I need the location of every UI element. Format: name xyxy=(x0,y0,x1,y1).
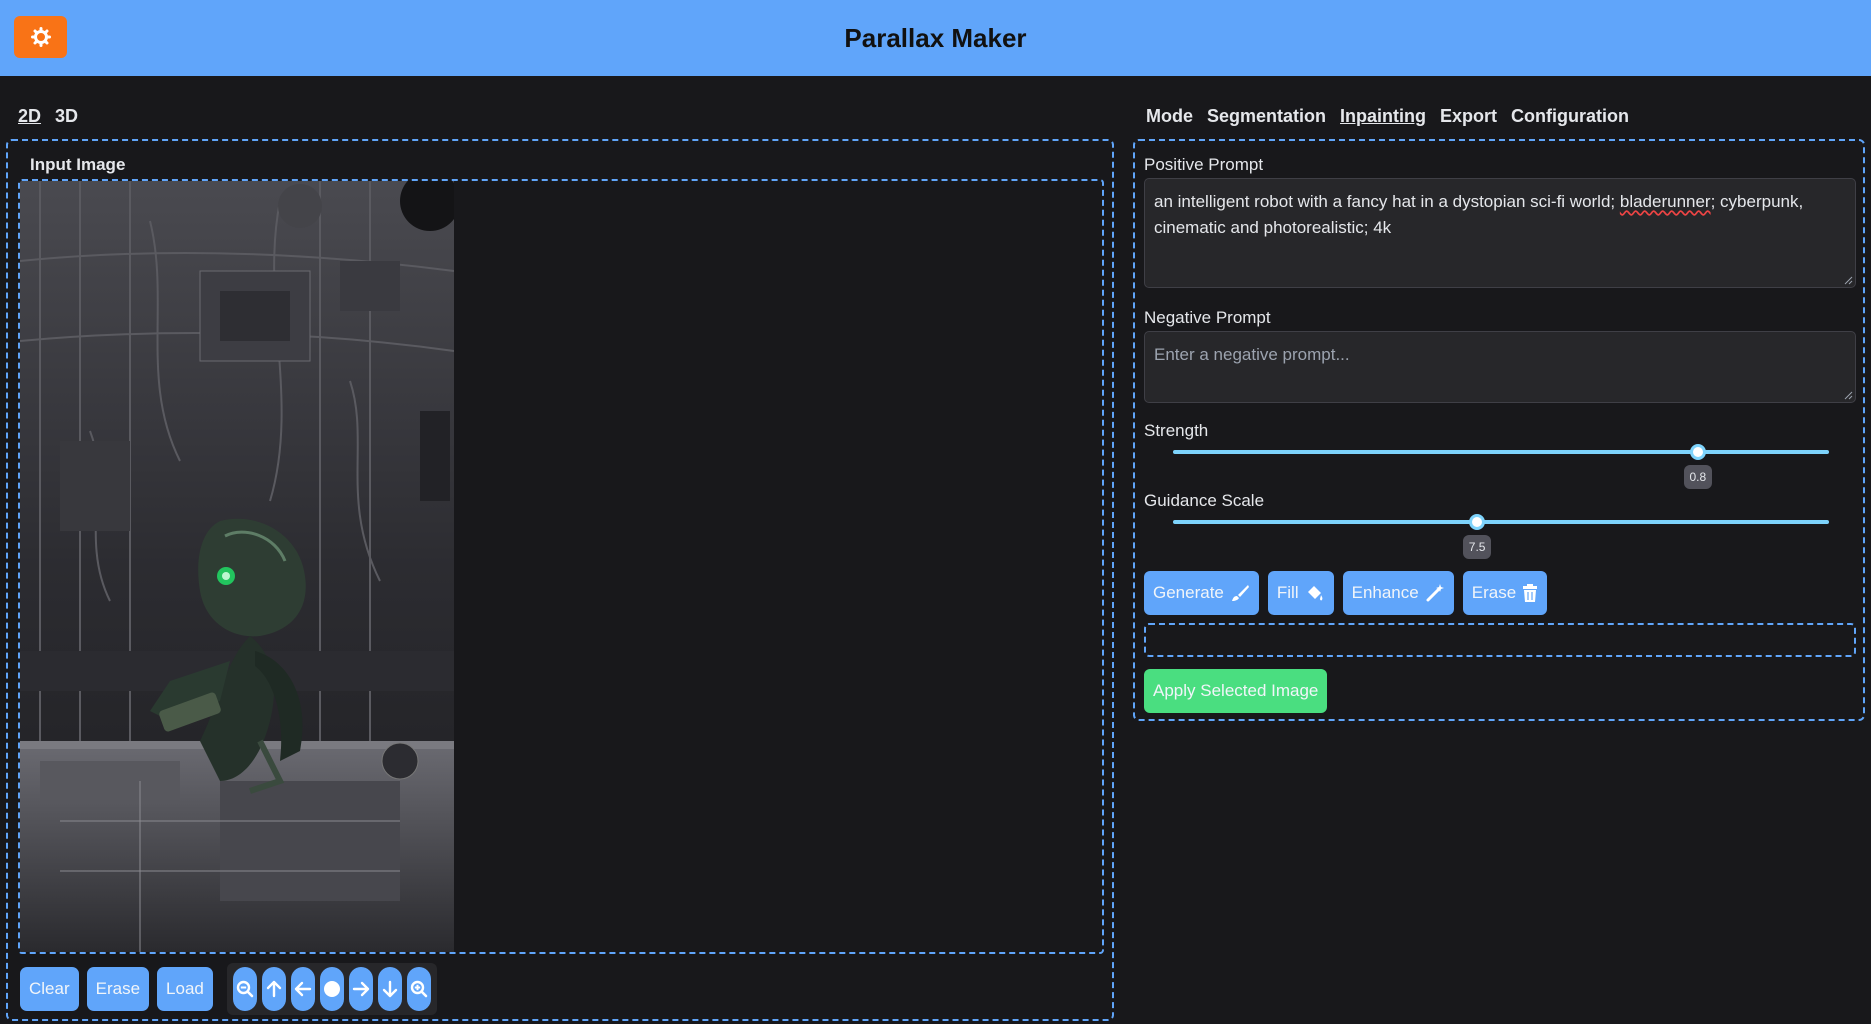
guidance-scale-value: 7.5 xyxy=(1463,535,1492,559)
enhance-button[interactable]: Enhance xyxy=(1342,571,1454,615)
generated-images-gallery[interactable] xyxy=(1144,623,1856,657)
image-canvas[interactable] xyxy=(18,179,1104,954)
brush-icon xyxy=(1231,585,1249,601)
center-button[interactable] xyxy=(319,967,344,1011)
pan-left-button[interactable] xyxy=(290,967,315,1011)
tab-configuration[interactable]: Configuration xyxy=(1511,106,1629,127)
app-header: Parallax Maker xyxy=(0,0,1871,76)
positive-prompt-label: Positive Prompt xyxy=(1144,155,1264,174)
inpaint-actions: Generate Fill Enhance Erase xyxy=(1144,571,1548,615)
gear-icon xyxy=(30,27,51,47)
negative-prompt-placeholder: Enter a negative prompt... xyxy=(1154,345,1350,364)
view-tabs: 2D 3D xyxy=(18,106,78,127)
tab-mode[interactable]: Mode xyxy=(1146,106,1193,127)
trash-icon xyxy=(1523,584,1538,602)
guidance-scale-slider-thumb[interactable] xyxy=(1469,514,1486,530)
arrow-up-icon xyxy=(266,980,282,998)
strength-slider[interactable] xyxy=(1173,450,1829,454)
load-button[interactable]: Load xyxy=(157,967,213,1011)
guidance-scale-slider[interactable] xyxy=(1173,520,1829,524)
zoom-out-icon xyxy=(236,980,254,998)
magic-wand-icon xyxy=(1426,584,1444,602)
pan-down-button[interactable] xyxy=(377,967,402,1011)
positive-prompt-input[interactable]: an intelligent robot with a fancy hat in… xyxy=(1144,178,1856,288)
erase-label: Erase xyxy=(1471,583,1517,602)
arrow-down-icon xyxy=(382,980,398,998)
tab-inpainting[interactable]: Inpainting xyxy=(1340,106,1426,127)
misspelled-word: bladerunner xyxy=(1619,192,1711,211)
tab-2d[interactable]: 2D xyxy=(18,106,41,127)
negative-prompt-input[interactable]: Enter a negative prompt... xyxy=(1144,331,1856,403)
resize-handle-icon[interactable] xyxy=(1843,275,1853,285)
strength-value: 0.8 xyxy=(1683,465,1712,489)
input-image-label: Input Image xyxy=(30,155,126,174)
zoom-out-button[interactable] xyxy=(232,967,257,1011)
generate-button[interactable]: Generate xyxy=(1144,571,1259,615)
zoom-in-button[interactable] xyxy=(406,967,431,1011)
guidance-scale-label: Guidance Scale xyxy=(1144,491,1265,510)
tab-export[interactable]: Export xyxy=(1440,106,1497,127)
tab-3d[interactable]: 3D xyxy=(55,106,78,127)
arrow-left-icon xyxy=(294,981,312,997)
zoom-in-icon xyxy=(410,980,428,998)
strength-slider-thumb[interactable] xyxy=(1689,444,1706,460)
inpainting-panel: Positive Prompt an intelligent robot wit… xyxy=(1133,139,1865,721)
tool-tabs: Mode Segmentation Inpainting Export Conf… xyxy=(1146,106,1629,127)
positive-prompt-text-start: an intelligent robot with a fancy hat in… xyxy=(1154,192,1620,211)
tab-segmentation[interactable]: Segmentation xyxy=(1207,106,1326,127)
settings-button[interactable] xyxy=(14,16,67,58)
generate-label: Generate xyxy=(1153,583,1224,602)
robot-scene-image xyxy=(20,181,454,952)
center-icon xyxy=(323,981,340,997)
navigation-controls xyxy=(226,963,437,1015)
paint-bucket-icon xyxy=(1307,586,1323,601)
app-title: Parallax Maker xyxy=(844,22,1027,53)
arrow-right-icon xyxy=(352,981,370,997)
input-image-panel: Input Image Clear Erase Load xyxy=(6,139,1114,1021)
canvas-toolbar: Clear Erase Load xyxy=(20,963,437,1015)
input-image xyxy=(20,181,454,952)
pan-up-button[interactable] xyxy=(261,967,286,1011)
fill-label: Fill xyxy=(1276,583,1299,602)
clear-button[interactable]: Clear xyxy=(20,967,79,1011)
negative-prompt-label: Negative Prompt xyxy=(1144,308,1271,327)
erase-canvas-button[interactable]: Erase xyxy=(86,967,150,1011)
pan-right-button[interactable] xyxy=(348,967,373,1011)
enhance-label: Enhance xyxy=(1351,583,1419,602)
erase-button[interactable]: Erase xyxy=(1462,571,1548,615)
strength-label: Strength xyxy=(1144,421,1209,440)
fill-button[interactable]: Fill xyxy=(1267,571,1334,615)
apply-selected-image-button[interactable]: Apply Selected Image xyxy=(1144,669,1328,713)
resize-handle-icon[interactable] xyxy=(1843,390,1853,400)
